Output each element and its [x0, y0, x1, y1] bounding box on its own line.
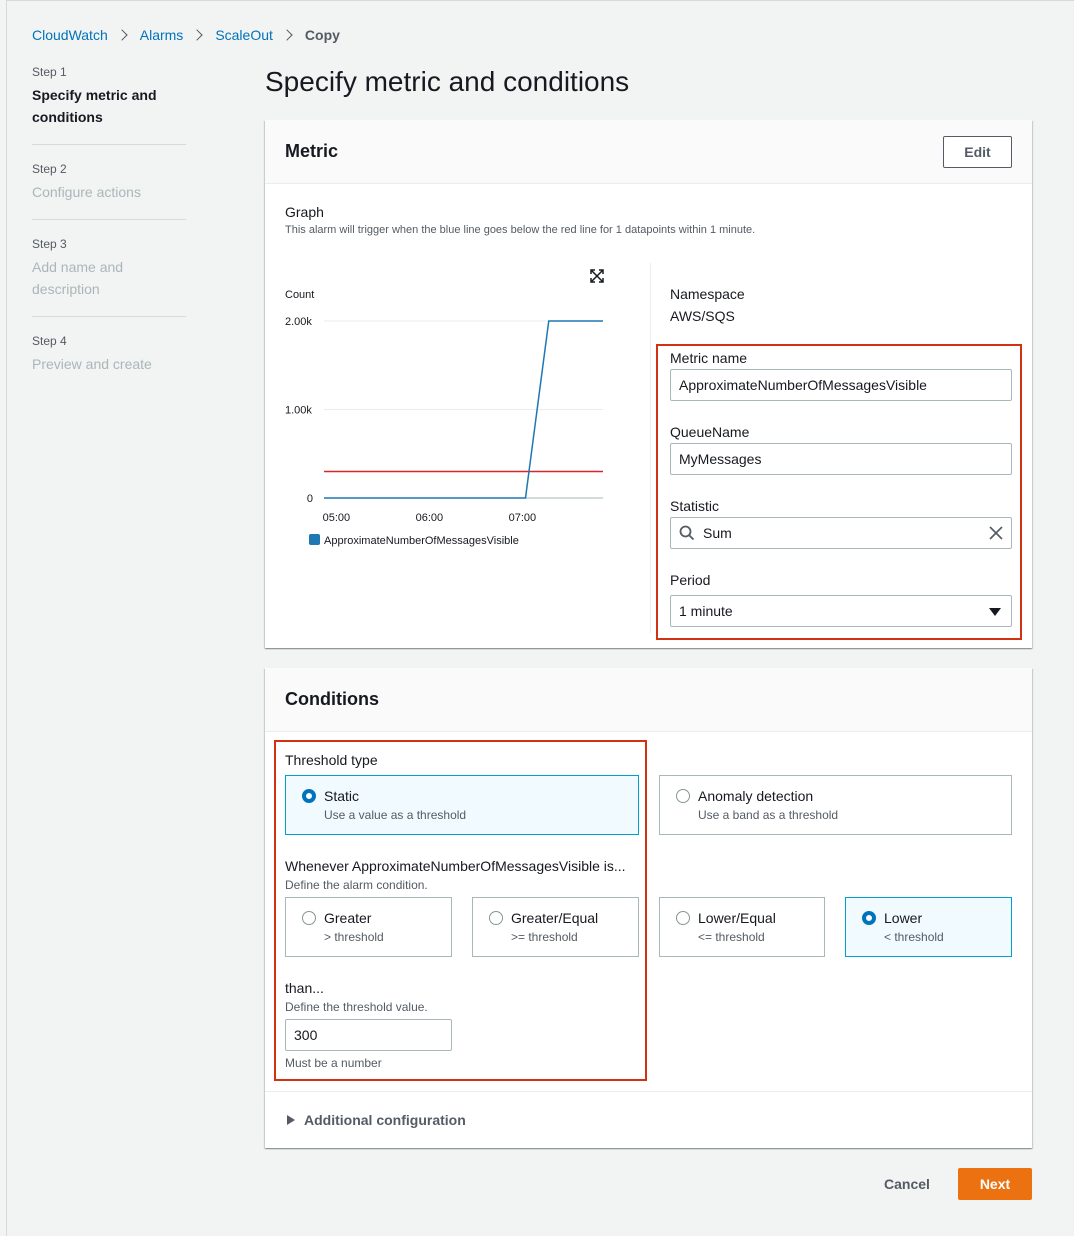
conditions-panel-title: Conditions	[285, 689, 379, 709]
lower-title: Lower	[884, 910, 923, 926]
additional-config-toggle[interactable]: Additional configuration	[287, 1112, 466, 1128]
step-title: Specify metric and conditions	[32, 87, 157, 125]
highlight-box	[274, 740, 647, 1081]
chevron-right-icon	[281, 29, 293, 41]
conditions-panel-header: Conditions	[265, 668, 1032, 732]
step-number: Step 4	[32, 334, 67, 348]
metric-chart: Count 2.00k 1.00k 0 05:00 06:00 07:00 Approxima…	[285, 289, 604, 547]
breadcrumb-current: Copy	[304, 27, 340, 43]
lower-desc: < threshold	[884, 930, 944, 944]
lower-option[interactable]: Lower < threshold	[845, 897, 1012, 957]
step-2: Step 2 Configure actions	[32, 161, 186, 220]
x-tick-label: 05:00	[323, 512, 351, 524]
cancel-button[interactable]: Cancel	[884, 1176, 930, 1192]
y-tick-label: 2.00k	[285, 316, 312, 328]
breadcrumb: CloudWatch Alarms ScaleOut Copy	[32, 27, 340, 43]
breadcrumb-alarms[interactable]: Alarms	[140, 27, 184, 43]
metric-panel: Metric Edit Graph This alarm will trigge…	[265, 120, 1032, 648]
anomaly-desc: Use a band as a threshold	[698, 808, 839, 822]
y-tick-label: 0	[307, 493, 313, 505]
lower-equal-title: Lower/Equal	[698, 910, 776, 926]
step-1: Step 1 Specify metric and conditions	[32, 64, 186, 145]
chevron-right-icon	[191, 29, 203, 41]
x-tick-label: 06:00	[416, 512, 444, 524]
namespace-label: Namespace	[670, 286, 745, 302]
lower-equal-option[interactable]: Lower/Equal <= threshold	[659, 897, 825, 957]
metric-panel-title: Metric	[285, 141, 339, 161]
caret-right-icon	[287, 1115, 295, 1125]
step-number: Step 2	[32, 162, 67, 176]
breadcrumb-cloudwatch[interactable]: CloudWatch	[32, 27, 108, 43]
page-title: Specify metric and conditions	[265, 66, 630, 97]
next-button[interactable]: Next	[958, 1168, 1032, 1200]
namespace-value: AWS/SQS	[670, 308, 735, 324]
highlight-box	[656, 344, 1022, 640]
step-title: Configure actions	[32, 184, 141, 200]
step-title: Add name and description	[32, 259, 124, 297]
graph-label: Graph	[285, 204, 324, 220]
metric-panel-header: Metric Edit	[265, 120, 1032, 184]
anomaly-option[interactable]: Anomaly detection Use a band as a thresh…	[659, 775, 1012, 835]
edit-button[interactable]: Edit	[943, 136, 1012, 168]
step-4: Step 4 Preview and create	[32, 333, 186, 391]
anomaly-title: Anomaly detection	[698, 788, 814, 804]
x-tick-label: 07:00	[509, 512, 537, 524]
section-divider	[265, 1091, 1032, 1092]
lower-equal-desc: <= threshold	[698, 930, 765, 944]
y-axis-label: Count	[285, 289, 314, 301]
anomaly-radio[interactable]	[676, 789, 690, 803]
y-tick-label: 1.00k	[285, 405, 312, 417]
step-number: Step 1	[32, 65, 67, 79]
breadcrumb-scaleout[interactable]: ScaleOut	[215, 27, 273, 43]
additional-config-label: Additional configuration	[304, 1112, 466, 1128]
legend-label: ApproximateNumberOfMessagesVisible	[324, 535, 519, 547]
legend-swatch	[309, 534, 320, 545]
panel-divider	[650, 263, 651, 633]
graph-description: This alarm will trigger when the blue li…	[285, 224, 756, 236]
lower-equal-radio[interactable]	[676, 911, 690, 925]
step-number: Step 3	[32, 237, 67, 251]
lower-radio[interactable]	[862, 911, 876, 925]
step-3: Step 3 Add name and description	[32, 236, 186, 317]
step-title: Preview and create	[32, 356, 152, 372]
chevron-right-icon	[116, 29, 128, 41]
conditions-panel: Conditions Threshold type Static Use a v…	[265, 668, 1032, 1148]
wizard-steps: Step 1 Specify metric and conditions Ste…	[32, 64, 186, 407]
